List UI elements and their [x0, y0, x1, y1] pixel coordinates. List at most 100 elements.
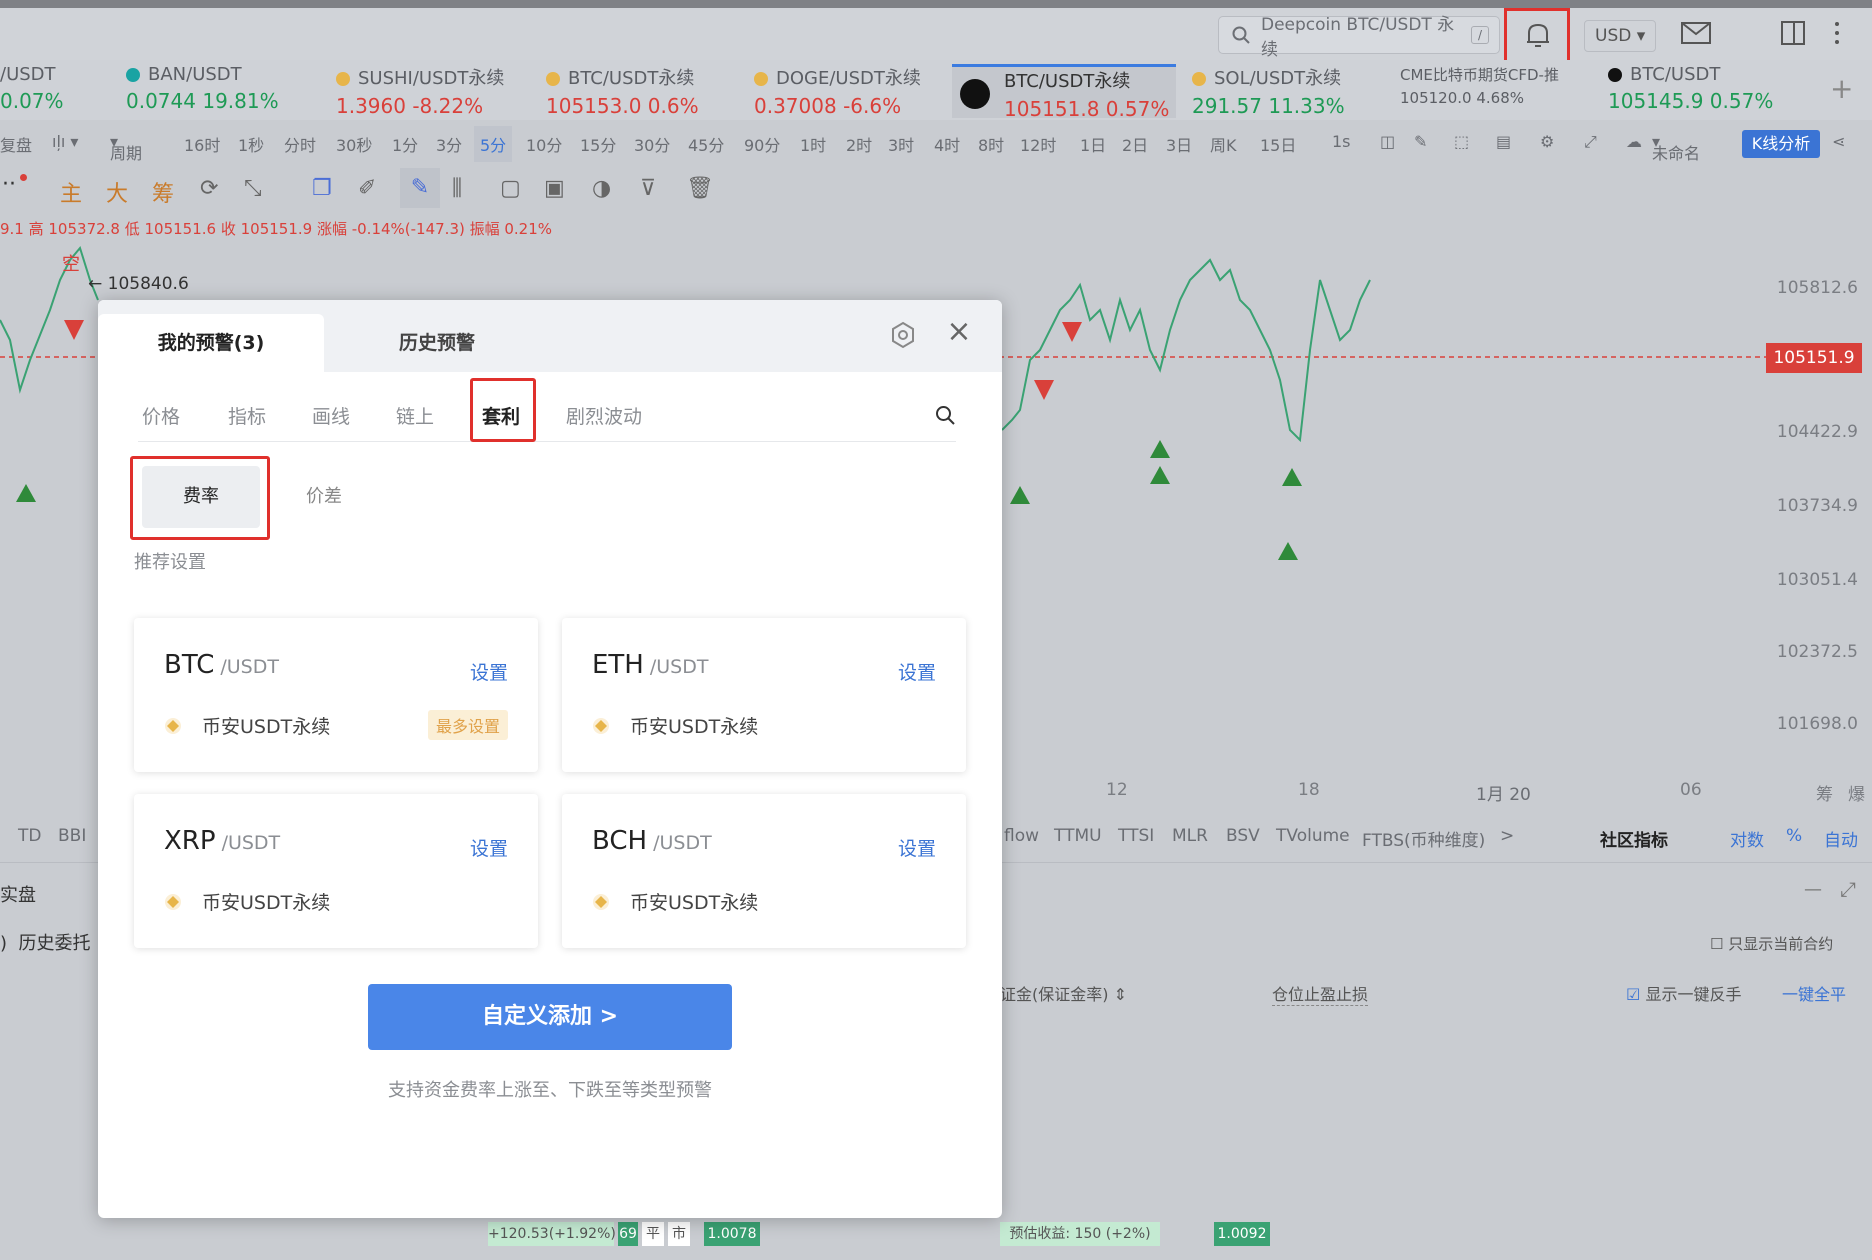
custom-add-button[interactable]: 自定义添加 >	[368, 984, 732, 1050]
period-item[interactable]: 2时	[846, 132, 872, 156]
indicator-item[interactable]: TTMU	[1054, 826, 1102, 846]
share-icon[interactable]: ⋖	[1832, 132, 1845, 151]
spread-pill[interactable]: 价差	[284, 466, 364, 528]
card-set-button[interactable]: 设置	[470, 658, 508, 685]
box-icon[interactable]: ▢	[500, 176, 521, 201]
ticker-item-active[interactable]: BTC/USDT永续 105151.8 0.57%	[952, 64, 1176, 121]
tool-large[interactable]: 大	[106, 176, 128, 208]
close-all-button[interactable]: 一键全平	[1782, 981, 1846, 1005]
eraser-icon[interactable]: ◑	[592, 176, 611, 201]
column-header[interactable]: 仓位止盈止损	[1272, 981, 1369, 1006]
refresh-icon[interactable]: ⟳	[200, 176, 218, 201]
indicator-item[interactable]: FTBS(币种维度)	[1362, 826, 1485, 851]
maximize-icon[interactable]: ⤢	[1840, 877, 1856, 901]
alert-card-xrp[interactable]: XRP/USDT 设置 币安USDT永续	[134, 794, 538, 948]
table-icon[interactable]: ▤	[1496, 132, 1511, 151]
period-replay[interactable]: 复盘	[0, 132, 32, 156]
period-item[interactable]: 90分	[744, 132, 780, 156]
period-item[interactable]: 45分	[688, 132, 724, 156]
pen-icon[interactable]: ✎	[1414, 132, 1427, 151]
period-item[interactable]: 1时	[800, 132, 826, 156]
draw-icon-active[interactable]: ✎	[400, 168, 440, 208]
period-item[interactable]: 3时	[888, 132, 914, 156]
ruler-icon[interactable]: ✐	[358, 176, 376, 201]
magnet-icon[interactable]: ⤡	[244, 176, 262, 201]
history-orders-tab[interactable]: ) 历史委托	[0, 929, 90, 955]
k-analysis-button[interactable]: K线分析	[1742, 130, 1820, 158]
period-item[interactable]: 15日	[1260, 132, 1296, 156]
close-icon[interactable]: ×	[944, 314, 974, 350]
chart-type-icon[interactable]: ıļı ▾	[52, 132, 78, 151]
currency-select[interactable]: USD ▾	[1584, 20, 1656, 52]
filter-icon[interactable]: ⊽	[640, 176, 656, 201]
indicator-more-icon[interactable]: >	[1500, 826, 1514, 846]
tab-my-alerts[interactable]: 我的预警(3)	[98, 314, 324, 372]
period-item[interactable]: 15分	[580, 132, 616, 156]
mail-icon[interactable]	[1680, 20, 1712, 46]
period-item[interactable]: 30分	[634, 132, 670, 156]
indicator-item[interactable]: MLR	[1172, 826, 1208, 846]
alert-card-eth[interactable]: ETH/USDT 设置 币安USDT永续	[562, 618, 966, 772]
ticker-item[interactable]: DOGE/USDT永续 0.37008 -6.6%	[754, 64, 944, 118]
community-indicators[interactable]: 社区指标	[1600, 826, 1668, 851]
search-input[interactable]: Deepcoin BTC/USDT 永续 /	[1218, 15, 1500, 60]
gear-icon[interactable]	[888, 320, 918, 350]
log-scale-button[interactable]: 对数	[1730, 826, 1764, 851]
subtab-indicator[interactable]: 指标	[228, 402, 266, 429]
ticker-item[interactable]: BAN/USDT 0.0744 19.81%	[126, 64, 316, 118]
indicator-item[interactable]: BBI	[58, 826, 86, 846]
layout-icon[interactable]	[1780, 20, 1806, 46]
period-item[interactable]: 1s	[1332, 132, 1351, 151]
close-position-button[interactable]: 平	[642, 1222, 664, 1246]
column-header[interactable]: 证金(保证金率) ⇕	[1000, 981, 1127, 1005]
ticker-item[interactable]: /USDT 0.07%	[0, 64, 100, 118]
more-icon[interactable]: ··	[2, 172, 16, 197]
indicator-item[interactable]: flow	[1004, 826, 1039, 846]
subtab-drawing[interactable]: 画线	[312, 402, 350, 429]
add-ticker-icon[interactable]: +	[1830, 72, 1853, 105]
period-item[interactable]: 10分	[526, 132, 562, 156]
subtab-price[interactable]: 价格	[142, 402, 180, 429]
fullscreen-icon[interactable]: ⤢	[1584, 132, 1597, 152]
bell-icon[interactable]	[1524, 20, 1552, 50]
funding-rate-pill[interactable]: 费率	[142, 466, 260, 528]
indicator-item[interactable]: BSV	[1226, 826, 1260, 846]
tab-history-alerts[interactable]: 历史预警	[324, 314, 550, 372]
ticker-item[interactable]: BTC/USDT永续 105153.0 0.6%	[546, 64, 736, 118]
period-item-active[interactable]: 5分	[474, 126, 513, 162]
percent-scale-button[interactable]: %	[1786, 826, 1802, 846]
camera-icon[interactable]: ◫	[1380, 132, 1395, 151]
tool-chip[interactable]: 筹	[152, 176, 174, 208]
period-item[interactable]: 1日	[1080, 132, 1106, 156]
card-set-button[interactable]: 设置	[470, 834, 508, 861]
subtab-volatility[interactable]: 剧烈波动	[566, 402, 642, 429]
period-item[interactable]: 4时	[934, 132, 960, 156]
ticker-item[interactable]: CME比特币期货CFD-推 105120.0 4.68%	[1400, 64, 1590, 118]
subtab-onchain[interactable]: 链上	[396, 402, 434, 429]
auto-scale-button[interactable]: 自动	[1824, 826, 1858, 851]
settings-icon[interactable]: ⚙	[1540, 132, 1554, 151]
tool-main[interactable]: 主	[60, 176, 82, 208]
card-set-button[interactable]: 设置	[898, 658, 936, 685]
period-item[interactable]: 1秒	[238, 132, 264, 156]
period-item[interactable]: 12时	[1020, 132, 1056, 156]
trash-icon[interactable]: 🗑	[686, 176, 714, 201]
layout-name-select[interactable]: 未命名 ▾	[1652, 132, 1700, 163]
alert-card-bch[interactable]: BCH/USDT 设置 币安USDT永续	[562, 794, 966, 948]
period-item[interactable]: 30秒	[336, 132, 372, 156]
indicator-item[interactable]: TD	[18, 826, 41, 846]
period-select[interactable]: 周期 ▾	[110, 132, 142, 163]
ticker-item[interactable]: SOL/USDT永续 291.57 11.33%	[1192, 64, 1382, 118]
show-current-contract-checkbox[interactable]: ☐ 只显示当前合约	[1710, 933, 1833, 954]
minimize-icon[interactable]: —	[1804, 879, 1822, 900]
ticker-item[interactable]: SUSHI/USDT永续 1.3960 -8.22%	[336, 64, 526, 118]
period-item[interactable]: 3日	[1166, 132, 1192, 156]
period-item[interactable]: 周K	[1210, 132, 1237, 156]
period-item[interactable]: 2日	[1122, 132, 1148, 156]
indicator-item[interactable]: TVolume	[1276, 826, 1350, 846]
ticker-item[interactable]: BTC/USDT 105145.9 0.57%	[1608, 64, 1808, 118]
note-icon[interactable]: ▣	[544, 176, 565, 201]
candles-icon[interactable]: ⫼	[452, 176, 462, 201]
cloud-icon[interactable]: ☁	[1626, 132, 1642, 151]
indicator-item[interactable]: TTSI	[1118, 826, 1154, 846]
